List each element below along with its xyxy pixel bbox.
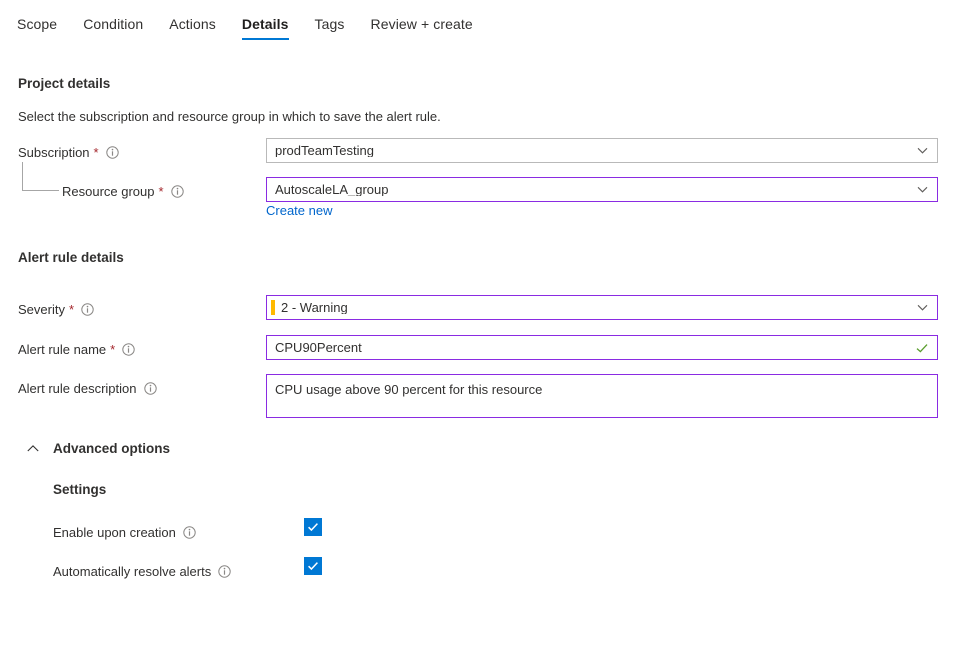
severity-color-swatch — [271, 300, 275, 315]
chevron-up-icon — [26, 442, 40, 456]
alert-rule-name-required-asterisk: * — [110, 343, 115, 356]
alert-rule-details-heading: Alert rule details — [18, 250, 124, 265]
tab-condition[interactable]: Condition — [83, 0, 143, 43]
alert-rule-name-label: Alert rule name * — [18, 340, 135, 358]
alert-rule-description-textarea[interactable]: CPU usage above 90 percent for this reso… — [266, 374, 938, 418]
subscription-required-asterisk: * — [94, 146, 99, 159]
auto-resolve-alerts-label: Automatically resolve alerts — [53, 562, 231, 580]
resource-group-tree-connector — [22, 162, 59, 191]
subscription-label-text: Subscription — [18, 145, 90, 160]
severity-required-asterisk: * — [69, 303, 74, 316]
project-details-description: Select the subscription and resource gro… — [18, 109, 441, 124]
auto-resolve-alerts-checkbox[interactable] — [304, 557, 322, 575]
resource-group-value: AutoscaleLA_group — [275, 183, 910, 196]
alert-rule-description-label: Alert rule description — [18, 379, 157, 397]
resource-group-label: Resource group * — [62, 182, 184, 200]
project-details-heading: Project details — [18, 76, 110, 91]
subscription-label: Subscription * — [18, 143, 119, 161]
valid-check-icon — [915, 341, 929, 355]
info-icon[interactable] — [183, 526, 196, 539]
severity-label-text: Severity — [18, 302, 65, 317]
severity-value: 2 - Warning — [281, 301, 910, 314]
tab-details[interactable]: Details — [242, 0, 289, 43]
alert-rule-description-label-text: Alert rule description — [18, 381, 137, 396]
alert-rule-name-input[interactable]: CPU90Percent — [266, 335, 938, 360]
advanced-options-label: Advanced options — [53, 441, 170, 456]
create-new-resource-group-link[interactable]: Create new — [266, 203, 332, 218]
tab-tags[interactable]: Tags — [315, 0, 345, 43]
tab-actions[interactable]: Actions — [169, 0, 216, 43]
chevron-down-icon — [916, 183, 929, 196]
info-icon[interactable] — [81, 303, 94, 316]
alert-rule-name-value: CPU90Percent — [275, 341, 909, 354]
resource-group-label-text: Resource group — [62, 184, 155, 199]
wizard-tab-bar: Scope Condition Actions Details Tags Rev… — [0, 0, 974, 48]
enable-upon-creation-label-text: Enable upon creation — [53, 525, 176, 540]
resource-group-dropdown[interactable]: AutoscaleLA_group — [266, 177, 938, 202]
auto-resolve-alerts-label-text: Automatically resolve alerts — [53, 564, 211, 579]
info-icon[interactable] — [144, 382, 157, 395]
alert-rule-description-value: CPU usage above 90 percent for this reso… — [275, 382, 542, 397]
subscription-dropdown[interactable]: prodTeamTesting — [266, 138, 938, 163]
info-icon[interactable] — [218, 565, 231, 578]
info-icon[interactable] — [171, 185, 184, 198]
alert-rule-name-label-text: Alert rule name — [18, 342, 106, 357]
severity-label: Severity * — [18, 300, 94, 318]
subscription-value: prodTeamTesting — [275, 144, 910, 157]
settings-heading: Settings — [53, 482, 106, 497]
chevron-down-icon — [916, 144, 929, 157]
tab-scope[interactable]: Scope — [17, 0, 57, 43]
enable-upon-creation-checkbox[interactable] — [304, 518, 322, 536]
severity-dropdown[interactable]: 2 - Warning — [266, 295, 938, 320]
resource-group-required-asterisk: * — [159, 185, 164, 198]
enable-upon-creation-label: Enable upon creation — [53, 523, 196, 541]
info-icon[interactable] — [106, 146, 119, 159]
advanced-options-toggle[interactable]: Advanced options — [26, 441, 170, 456]
info-icon[interactable] — [122, 343, 135, 356]
chevron-down-icon — [916, 301, 929, 314]
tab-review-create[interactable]: Review + create — [371, 0, 473, 43]
